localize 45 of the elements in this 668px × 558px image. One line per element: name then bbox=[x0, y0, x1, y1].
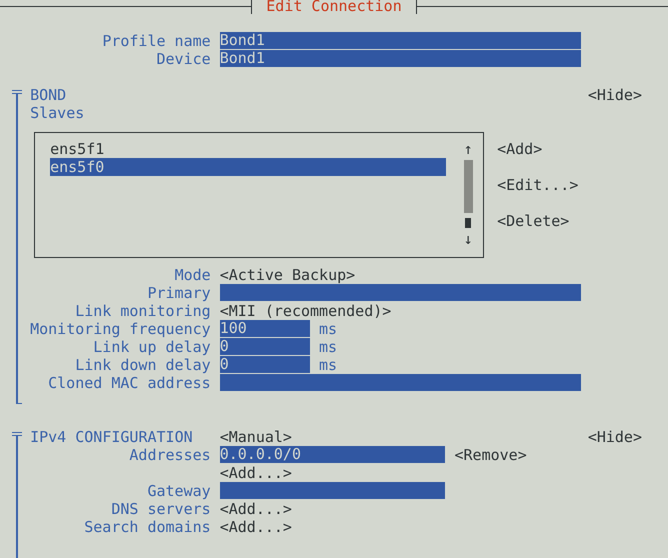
field-label: DNS servers bbox=[110, 500, 211, 518]
scrollbar[interactable] bbox=[464, 158, 473, 230]
field-label: Search domains bbox=[83, 518, 211, 536]
hide-button[interactable]: <Hide> bbox=[588, 428, 642, 446]
field-label: Addresses bbox=[128, 446, 211, 464]
text-field[interactable] bbox=[220, 482, 446, 499]
text-field[interactable]: 0.0.0.0/0 bbox=[220, 446, 446, 463]
dropdown-button[interactable]: <MII (recommended)> bbox=[220, 302, 392, 320]
add-button[interactable]: <Add> bbox=[497, 140, 578, 158]
unit-label: ms bbox=[319, 356, 338, 374]
field-label: Gateway bbox=[146, 482, 211, 500]
method-dropdown[interactable]: <Manual> bbox=[220, 428, 292, 446]
field-label: Link up delay bbox=[92, 338, 211, 356]
unit-label: ms bbox=[319, 320, 338, 338]
field-label: Monitoring frequency bbox=[30, 320, 211, 338]
text-field[interactable] bbox=[220, 374, 581, 391]
delete-button[interactable]: <Delete> bbox=[497, 212, 578, 230]
field-label: Link down delay bbox=[74, 356, 211, 374]
unit-label: ms bbox=[319, 338, 338, 356]
list-item[interactable]: ens5f0 bbox=[50, 158, 446, 176]
field-label: Primary bbox=[146, 284, 211, 302]
section-title: BOND bbox=[30, 86, 68, 104]
scroll-up-arrow[interactable]: ↑ bbox=[464, 140, 473, 158]
text-field[interactable]: Bond1 bbox=[220, 32, 581, 49]
text-field[interactable] bbox=[220, 284, 581, 301]
dropdown-button[interactable]: <Active Backup> bbox=[220, 266, 356, 284]
field-label: Device bbox=[156, 50, 211, 68]
field-label: Profile name bbox=[101, 32, 211, 50]
add-button[interactable]: <Add...> bbox=[220, 518, 292, 536]
add-button[interactable]: <Add...> bbox=[220, 464, 292, 482]
field-label: Link monitoring bbox=[74, 302, 211, 320]
field-label: Mode bbox=[174, 266, 211, 284]
edit-button[interactable]: <Edit...> bbox=[497, 176, 578, 194]
hide-button[interactable]: <Hide> bbox=[588, 86, 642, 104]
add-button[interactable]: <Add...> bbox=[220, 500, 292, 518]
number-field[interactable]: 0 bbox=[220, 356, 310, 373]
number-field[interactable]: 100 bbox=[220, 320, 310, 337]
field-label: Slaves bbox=[30, 104, 86, 122]
list-item[interactable]: ens5f1 bbox=[50, 140, 446, 158]
text-field[interactable]: Bond1 bbox=[220, 50, 581, 67]
number-field[interactable]: 0 bbox=[220, 338, 310, 355]
section-title: IPv4 CONFIGURATION bbox=[30, 428, 194, 446]
remove-button[interactable]: <Remove> bbox=[454, 446, 527, 464]
scroll-down-arrow[interactable]: ↓ bbox=[464, 230, 473, 248]
field-label: Cloned MAC address bbox=[47, 374, 211, 392]
